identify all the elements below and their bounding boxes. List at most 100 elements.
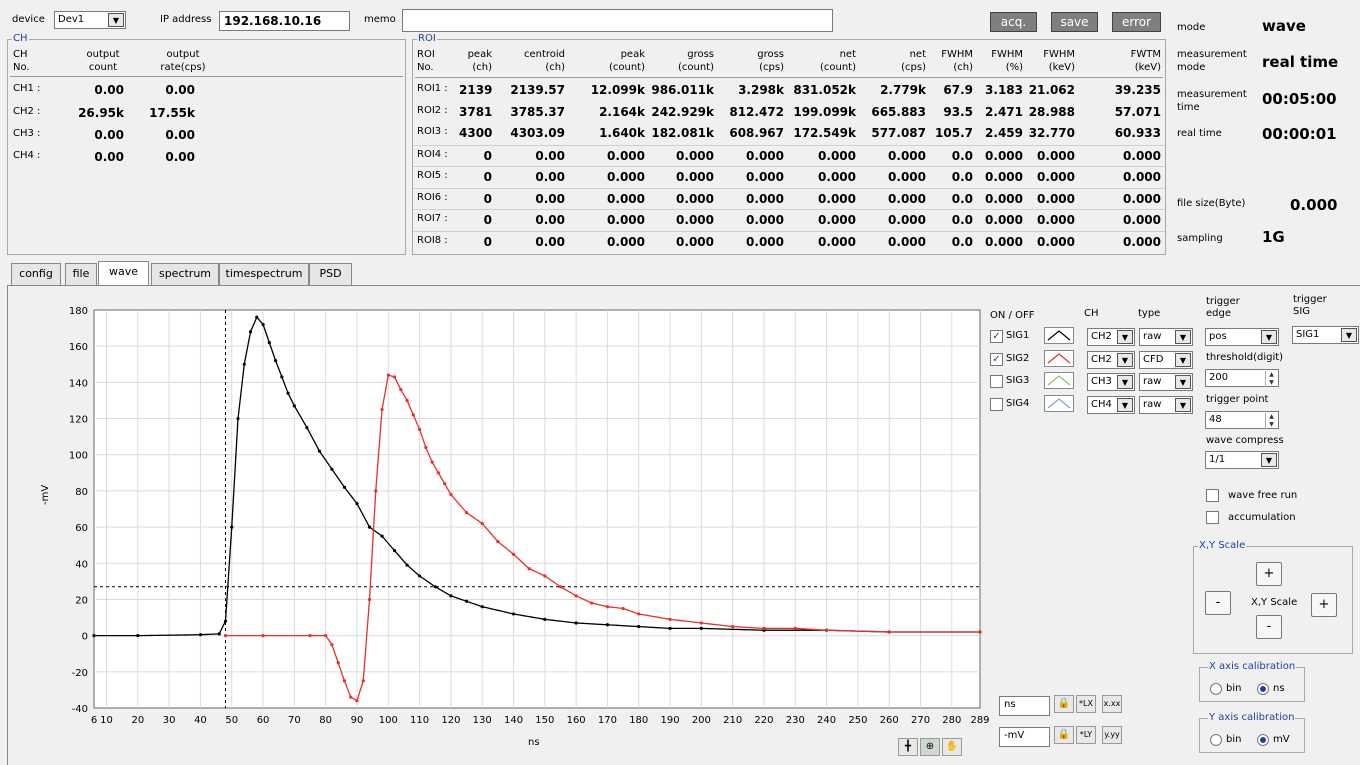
signal-type-select[interactable]: raw ▼ — [1139, 395, 1193, 414]
wave-free-run-checkbox[interactable] — [1206, 489, 1219, 502]
accumulation-checkbox[interactable] — [1206, 511, 1219, 524]
roi-cell: 812.472 — [729, 104, 784, 119]
x-calibration-panel: X axis calibration bin ns — [1199, 661, 1305, 702]
signal-ch-select[interactable]: CH2 ▼ — [1087, 328, 1135, 346]
x-scale-plus-button[interactable]: + — [1311, 593, 1337, 617]
zoom-icon[interactable]: ⊕ — [920, 738, 940, 756]
sampling-value: 1G — [1262, 228, 1285, 246]
signal-checkbox[interactable]: ✓ — [990, 352, 1003, 366]
roi-cell: 67.9 — [943, 83, 973, 97]
data-point — [292, 404, 296, 408]
signal-type-value: raw — [1143, 331, 1162, 342]
plot-area — [93, 309, 981, 709]
acq-button[interactable]: acq. — [990, 12, 1037, 32]
y-scale-plus-button[interactable]: + — [1256, 562, 1282, 586]
save-button[interactable]: save — [1051, 12, 1098, 32]
roi-row-name: ROI7 : — [417, 213, 448, 224]
threshold-input[interactable]: 200 ▲ ▼ — [1205, 369, 1279, 387]
chevron-down-icon: ▼ — [1341, 328, 1357, 342]
x-format-icon[interactable]: x.xx — [1102, 695, 1122, 713]
tab-spectrum[interactable]: spectrum — [151, 263, 219, 285]
crosshair-icon[interactable]: ╋ — [898, 738, 918, 756]
data-point — [511, 552, 516, 556]
y-cal-mv-radio[interactable] — [1257, 734, 1269, 746]
wave-compress-select[interactable]: 1/1 ▼ — [1205, 451, 1279, 469]
x-scale-minus-button[interactable]: - — [1205, 591, 1231, 615]
signal-type-select[interactable]: raw ▼ — [1139, 328, 1193, 346]
tab-wave[interactable]: wave — [98, 261, 149, 286]
y-lock-icon[interactable]: 🔒 — [1054, 726, 1074, 744]
data-point — [349, 695, 353, 699]
x-axis-unit-field[interactable]: ns — [999, 696, 1050, 716]
data-point — [280, 375, 284, 379]
tab-file[interactable]: file — [65, 263, 97, 285]
signal-checkbox[interactable] — [990, 375, 1003, 388]
pan-hand-icon[interactable]: ✋ — [942, 738, 962, 756]
device-value: Dev1 — [58, 14, 85, 25]
signal-checkbox[interactable]: ✓ — [990, 330, 1003, 343]
data-point — [496, 539, 500, 544]
roi-cell: 0.000 — [888, 234, 926, 249]
roi-cell: 0.00 — [535, 191, 565, 206]
tab-PSD[interactable]: PSD — [309, 263, 352, 285]
signal-type-select[interactable]: raw ▼ — [1139, 373, 1193, 391]
trigger-point-input[interactable]: 48 ▲ ▼ — [1205, 411, 1279, 429]
x-tick-label: 50 — [225, 715, 238, 726]
roi-cell: 0.000 — [818, 234, 856, 249]
file-size-label: file size(Byte) — [1177, 198, 1246, 209]
y-cal-bin-radio[interactable] — [1210, 734, 1222, 746]
y-axis-unit-field[interactable]: -mV — [999, 727, 1050, 747]
roi-header-cell: net (cps) — [901, 49, 926, 73]
y-format-icon[interactable]: y.yy — [1102, 726, 1122, 744]
roi-cell: 0.000 — [746, 234, 784, 249]
device-select[interactable]: Dev1 ▼ — [54, 11, 126, 29]
signal-ch-select[interactable]: CH3 ▼ — [1087, 373, 1135, 391]
ch-row-name: CH2 : — [13, 106, 41, 117]
roi-row: ROI6 :0 0.00 0.000 0.000 0.000 0.000 0.000 0.0 0… — [413, 187, 1165, 210]
x-lock-icon[interactable]: 🔒 — [1054, 695, 1074, 713]
roi-row: ROI7 :0 0.00 0.000 0.000 0.000 0.000 0.000 0.0 0… — [413, 209, 1165, 231]
roi-cell: 0.000 — [1123, 170, 1161, 184]
signal-ch-select[interactable]: CH2 ▼ — [1087, 350, 1135, 369]
memo-input[interactable] — [402, 9, 833, 32]
x-tick-label: 10 — [100, 715, 113, 726]
wave-chart[interactable]: 6 10 20 30 40 50 60 70 80 90 100 110 120 130 140 150 160… — [40, 296, 990, 752]
data-point — [731, 624, 735, 629]
ch-row-name: CH3 : — [13, 128, 41, 139]
roi-cell: 0.000 — [676, 191, 714, 206]
spinner-icon[interactable]: ▲ ▼ — [1265, 371, 1277, 387]
roi-cell: 0.000 — [607, 213, 645, 227]
spinner-icon[interactable]: ▲ ▼ — [1265, 413, 1277, 429]
data-point — [317, 449, 322, 453]
data-point — [824, 628, 829, 632]
trigger-edge-select[interactable]: pos ▼ — [1205, 328, 1279, 346]
data-point — [480, 605, 484, 609]
roi-cell: 0.000 — [1037, 148, 1075, 163]
data-point — [449, 492, 453, 497]
data-point — [399, 388, 403, 392]
chevron-down-icon: ▼ — [1175, 375, 1191, 389]
roi-cell: 39.235 — [1114, 83, 1161, 97]
roi-cell: 0.000 — [607, 148, 645, 163]
x-tick-label: 100 — [379, 715, 398, 726]
data-point — [286, 391, 290, 395]
x-tick-label: 150 — [535, 715, 554, 726]
y-scale-minus-button[interactable]: - — [1256, 615, 1282, 639]
data-point — [637, 624, 641, 629]
signal-ch-select[interactable]: CH4 ▼ — [1087, 395, 1135, 414]
tab-config[interactable]: config — [11, 263, 61, 285]
y-autoscale-icon[interactable]: *LY — [1076, 726, 1096, 744]
x-cal-ns-radio[interactable] — [1257, 683, 1269, 695]
roi-row: ROI1 : 2139 2139.57 12.099k 986.011k 3.298k 83… — [413, 80, 1165, 102]
x-autoscale-icon[interactable]: *LX — [1076, 695, 1096, 713]
signal-line-icon — [1044, 394, 1074, 412]
signal-checkbox[interactable] — [990, 397, 1003, 411]
data-point — [605, 605, 610, 609]
tab-timespectrum[interactable]: timespectrum — [219, 263, 309, 285]
signal-type-select[interactable]: CFD ▼ — [1139, 350, 1193, 369]
trigger-sig-select[interactable]: SIG1 ▼ — [1292, 326, 1359, 344]
error-button[interactable]: error — [1112, 12, 1161, 32]
ip-address-input[interactable]: 192.168.10.16 — [219, 11, 350, 31]
x-tick-label: 70 — [288, 715, 301, 726]
x-cal-bin-radio[interactable] — [1210, 683, 1222, 695]
